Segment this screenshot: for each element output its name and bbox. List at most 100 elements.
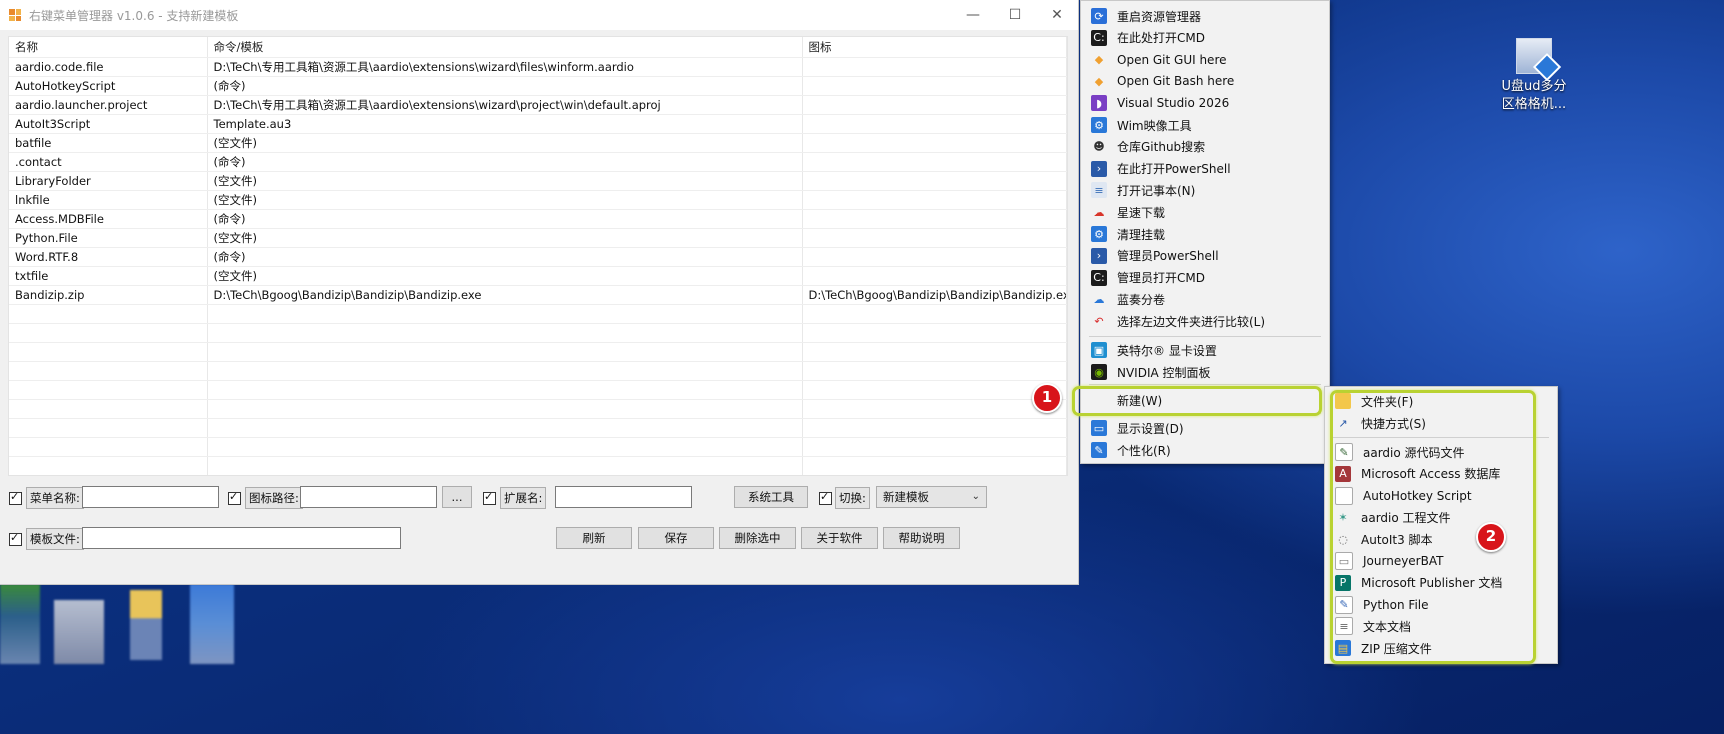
- window-title: 右键菜单管理器 v1.0.6 - 支持新建模板: [29, 8, 239, 23]
- menu-item[interactable]: ⚙ 清理挂载: [1081, 223, 1329, 245]
- visual-studio-icon: ◗: [1091, 95, 1107, 112]
- extension-input[interactable]: [555, 486, 692, 508]
- desktop-icon-usb[interactable]: U盘ud多分 区格格机...: [1494, 38, 1574, 114]
- menu-item[interactable]: ☁ 星速下载: [1081, 201, 1329, 223]
- template-file-checkbox[interactable]: [9, 531, 22, 546]
- column-header-command[interactable]: 命令/模板: [207, 37, 803, 58]
- empty-cell: [207, 323, 803, 343]
- menu-name-input[interactable]: [82, 486, 219, 508]
- icon-path-label: 图标路径:: [245, 487, 303, 509]
- annotation-badge-2: 2: [1476, 522, 1506, 552]
- delete-selected-button[interactable]: 删除选中: [719, 527, 796, 549]
- table-row[interactable]: LibraryFolder (空文件): [9, 171, 1067, 191]
- menu-item[interactable]: ◗ Visual Studio 2026: [1081, 92, 1329, 114]
- cell-icon: [802, 95, 1067, 115]
- cell-name: LibraryFolder: [9, 171, 208, 191]
- empty-cell: [802, 304, 1067, 324]
- empty-cell: [802, 380, 1067, 400]
- cell-command: (命令): [207, 152, 803, 172]
- template-file-input[interactable]: [82, 527, 401, 549]
- cell-name: .contact: [9, 152, 208, 172]
- empty-cell: [9, 304, 208, 324]
- menu-item-label: 在此打开PowerShell: [1117, 162, 1231, 177]
- menu-separator: [1089, 336, 1321, 337]
- empty-cell: [9, 456, 208, 475]
- github-icon: ☻: [1093, 140, 1105, 154]
- menu-item[interactable]: ☁ 蓝奏分卷: [1081, 288, 1329, 310]
- menu-item[interactable]: ⚙ Wim映像工具: [1081, 114, 1329, 136]
- highlight-new-item: [1072, 386, 1322, 416]
- browse-button[interactable]: ...: [442, 486, 472, 508]
- empty-cell: [9, 399, 208, 419]
- column-header-name[interactable]: 名称: [9, 37, 208, 58]
- switch-label: 切换:: [835, 487, 870, 509]
- table-row[interactable]: lnkfile (空文件): [9, 190, 1067, 210]
- table-row[interactable]: Python.File (空文件): [9, 228, 1067, 248]
- menu-item[interactable]: ▣ 英特尔® 显卡设置: [1081, 339, 1329, 361]
- close-icon[interactable]: ✕: [1034, 0, 1080, 30]
- table-row[interactable]: Bandizip.zip D:\TeCh\Bgoog\Bandizip\Bandi…: [9, 285, 1067, 305]
- menu-item[interactable]: C: 在此处打开CMD: [1081, 27, 1329, 49]
- minimize-icon[interactable]: —: [950, 0, 996, 30]
- table-row[interactable]: txtfile (空文件): [9, 266, 1067, 286]
- menu-name-checkbox[interactable]: [9, 490, 22, 505]
- table-row[interactable]: .contact (命令): [9, 152, 1067, 172]
- annotation-badge-1: 1: [1032, 383, 1062, 413]
- empty-row: [9, 456, 1067, 475]
- title-bar[interactable]: 右键菜单管理器 v1.0.6 - 支持新建模板 — ☐ ✕: [0, 0, 1078, 30]
- menu-item[interactable]: ≡ 打开记事本(N): [1081, 179, 1329, 201]
- maximize-icon[interactable]: ☐: [992, 0, 1038, 30]
- table-row[interactable]: Access.MDBFile (命令): [9, 209, 1067, 229]
- menu-list-grid[interactable]: 名称 命令/模板 图标 aardio.code.file D:\TeCh\专用工具…: [8, 36, 1068, 476]
- desktop-icon-label: 区格格机...: [1501, 97, 1567, 112]
- notepad-icon: ≡: [1091, 182, 1107, 199]
- extension-checkbox[interactable]: [483, 490, 496, 505]
- table-row[interactable]: aardio.launcher.project D:\TeCh\专用工具箱\资源工…: [9, 95, 1067, 115]
- switch-checkbox[interactable]: [819, 490, 832, 505]
- table-row[interactable]: Word.RTF.8 (命令): [9, 247, 1067, 267]
- menu-item-label: 蓝奏分卷: [1117, 292, 1166, 307]
- highlight-submenu: [1330, 390, 1536, 664]
- undo-icon: ↶: [1094, 314, 1104, 328]
- menu-item[interactable]: C: 管理员打开CMD: [1081, 267, 1329, 289]
- refresh-icon: ⟳: [1091, 8, 1107, 24]
- nvidia-icon: ◉: [1091, 364, 1107, 380]
- empty-row: [9, 380, 1067, 400]
- table-row[interactable]: batfile (空文件): [9, 133, 1067, 153]
- powershell-icon: ›: [1091, 247, 1107, 264]
- help-button[interactable]: 帮助说明: [883, 527, 960, 549]
- refresh-button[interactable]: 刷新: [556, 527, 632, 549]
- menu-item[interactable]: ☻ 仓库Github搜索: [1081, 136, 1329, 158]
- column-header-icon[interactable]: 图标: [802, 37, 1067, 58]
- save-button[interactable]: 保存: [638, 527, 714, 549]
- menu-item[interactable]: ◆ Open Git GUI here: [1081, 49, 1329, 71]
- icon-path-input[interactable]: [300, 486, 437, 508]
- cell-name: AutoIt3Script: [9, 114, 208, 134]
- table-row[interactable]: aardio.code.file D:\TeCh\专用工具箱\资源工具\aardi…: [9, 57, 1067, 77]
- extension-label: 扩展名:: [500, 487, 547, 509]
- empty-cell: [802, 437, 1067, 457]
- about-button[interactable]: 关于软件: [801, 527, 878, 549]
- empty-cell: [802, 418, 1067, 438]
- system-tools-button[interactable]: 系统工具: [734, 486, 808, 508]
- cell-icon: [802, 266, 1067, 286]
- cell-icon: D:\TeCh\Bgoog\Bandizip\Bandizip\Bandizip…: [802, 285, 1067, 305]
- table-row[interactable]: AutoIt3Script Template.au3: [9, 114, 1067, 134]
- menu-item[interactable]: ◆ Open Git Bash here: [1081, 70, 1329, 92]
- icon-path-checkbox[interactable]: [228, 490, 241, 505]
- menu-item-label: 管理员打开CMD: [1117, 271, 1205, 286]
- menu-item[interactable]: ✎ 个性化(R): [1081, 439, 1329, 461]
- menu-name-label: 菜单名称:: [26, 487, 84, 509]
- table-row[interactable]: AutoHotkeyScript (命令): [9, 76, 1067, 96]
- menu-item[interactable]: › 管理员PowerShell: [1081, 245, 1329, 267]
- menu-item[interactable]: ▭ 显示设置(D): [1081, 417, 1329, 439]
- menu-item-label: Visual Studio 2026: [1117, 96, 1230, 111]
- menu-item[interactable]: ⟳ 重启资源管理器: [1081, 5, 1329, 27]
- switch-dropdown[interactable]: 新建模板 ⌄: [876, 486, 987, 508]
- cell-icon: [802, 114, 1067, 134]
- empty-cell: [9, 342, 208, 362]
- menu-item[interactable]: › 在此打开PowerShell: [1081, 158, 1329, 180]
- menu-item[interactable]: ↶ 选择左边文件夹进行比较(L): [1081, 310, 1329, 332]
- cell-name: Access.MDBFile: [9, 209, 208, 229]
- menu-item[interactable]: ◉ NVIDIA 控制面板: [1081, 361, 1329, 383]
